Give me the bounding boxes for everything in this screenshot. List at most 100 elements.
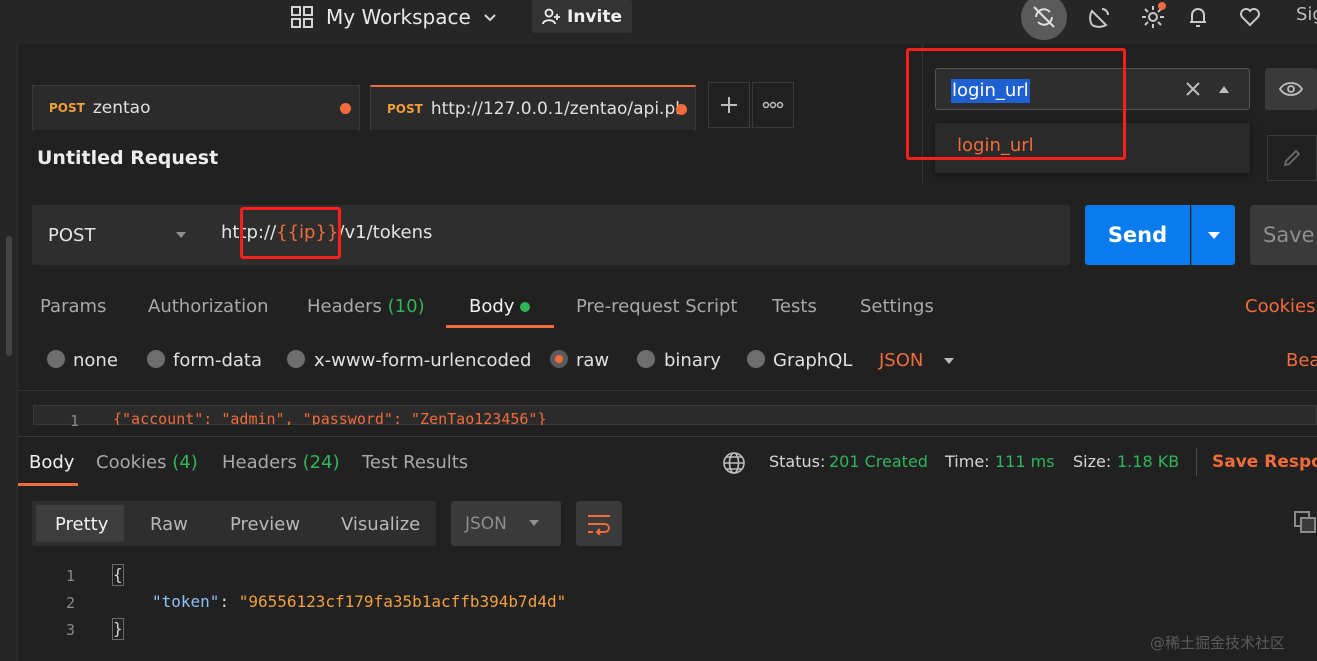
- json-colon: :: [219, 592, 239, 611]
- chevron-down-icon: [483, 10, 497, 24]
- size-label: Size:: [1073, 452, 1112, 471]
- tab-settings[interactable]: Settings: [860, 296, 934, 317]
- response-tab-cookies[interactable]: Cookies (4): [96, 452, 198, 473]
- watermark: @稀土掘金技术社区: [1150, 634, 1286, 652]
- annotation-box: [906, 48, 1126, 160]
- json-key: "token": [152, 592, 220, 611]
- request-title[interactable]: Untitled Request: [37, 147, 218, 169]
- response-tab-body[interactable]: Body: [29, 452, 74, 473]
- radio-graphql-label: GraphQL: [773, 350, 853, 371]
- tab-authorization[interactable]: Authorization: [148, 296, 269, 317]
- scrollbar[interactable]: [6, 236, 12, 356]
- edit-button[interactable]: [1267, 135, 1317, 181]
- divider: [1196, 448, 1197, 476]
- notification-dot: [1158, 2, 1166, 10]
- radio-none[interactable]: [47, 350, 65, 368]
- time-value[interactable]: 111 ms: [995, 452, 1055, 471]
- radio-urlencoded[interactable]: [287, 350, 305, 368]
- caret-down-icon: [1207, 231, 1221, 240]
- tab-tests[interactable]: Tests: [772, 296, 817, 317]
- tab-headers[interactable]: Headers (10): [307, 296, 425, 317]
- new-tab-button[interactable]: [708, 82, 750, 128]
- caret-down-icon[interactable]: [528, 519, 540, 527]
- body-indicator-dot: [520, 302, 530, 312]
- annotation-box: [240, 207, 341, 259]
- response-headers-count: (24): [302, 452, 340, 473]
- response-tab-test-results[interactable]: Test Results: [362, 452, 468, 473]
- radio-graphql[interactable]: [747, 350, 765, 368]
- line-number: 1: [70, 412, 80, 430]
- radio-binary[interactable]: [637, 350, 655, 368]
- tab-body[interactable]: Body: [469, 296, 514, 317]
- line-number: 3: [66, 621, 76, 639]
- radio-form-data[interactable]: [147, 350, 165, 368]
- plus-icon: [719, 95, 739, 115]
- body-language-select[interactable]: JSON: [879, 350, 923, 371]
- wrap-lines-button[interactable]: [576, 501, 622, 546]
- grid-icon: [290, 5, 314, 29]
- time-label: Time:: [945, 452, 990, 471]
- pencil-icon: [1282, 148, 1302, 168]
- response-format-select[interactable]: JSON: [451, 501, 561, 546]
- invite-button[interactable]: Invite: [532, 0, 632, 33]
- sign-in-button[interactable]: Sig: [1296, 4, 1317, 25]
- radio-urlencoded-label: x-www-form-urlencoded: [314, 350, 532, 371]
- satellite-icon[interactable]: [1085, 2, 1115, 32]
- unsaved-dot: [676, 104, 687, 115]
- pane-divider[interactable]: [18, 436, 1317, 437]
- copy-icon[interactable]: [1293, 510, 1317, 534]
- tab-options-button[interactable]: [752, 82, 794, 128]
- tab-prerequest-script[interactable]: Pre-request Script: [576, 296, 737, 317]
- workspace-switcher[interactable]: My Workspace: [290, 2, 497, 32]
- url-suffix: /v1/tokens: [338, 222, 433, 243]
- more-icon: [762, 101, 784, 109]
- tab-title: zentao: [92, 98, 151, 118]
- cookies-link[interactable]: Cookies: [1245, 296, 1315, 317]
- tab-method: POST: [387, 101, 423, 116]
- active-tab-indicator: [446, 325, 554, 328]
- bell-icon[interactable]: [1183, 2, 1213, 32]
- tab-params[interactable]: Params: [40, 296, 106, 317]
- send-options-button[interactable]: [1191, 205, 1235, 265]
- request-body-code[interactable]: {"account": "admin", "password": "ZenTao…: [113, 410, 546, 425]
- save-button[interactable]: Save: [1250, 205, 1317, 265]
- gear-icon[interactable]: [1138, 2, 1168, 32]
- code-open-brace: {: [113, 565, 123, 584]
- request-tab[interactable]: POST zentao: [32, 85, 360, 130]
- radio-raw[interactable]: [550, 350, 568, 368]
- response-tab-headers[interactable]: Headers (24): [222, 452, 340, 473]
- heart-icon[interactable]: [1235, 2, 1265, 32]
- top-bar: [0, 0, 1317, 44]
- tab-headers-label: Headers: [307, 296, 382, 317]
- wrap-icon: [586, 513, 612, 535]
- size-value[interactable]: 1.18 KB: [1117, 452, 1179, 471]
- caret-down-icon: [175, 231, 187, 239]
- headers-count: (10): [387, 296, 425, 317]
- view-preview[interactable]: Preview: [230, 514, 300, 535]
- divider: [18, 390, 1317, 391]
- add-user-icon: [542, 8, 560, 26]
- globe-icon[interactable]: [722, 451, 746, 475]
- code-line[interactable]: "token": "96556123cf179fa35b1acffb394b7d…: [152, 592, 566, 611]
- send-button[interactable]: Send: [1085, 205, 1190, 265]
- beautify-link[interactable]: Bea: [1286, 350, 1317, 371]
- close-icon[interactable]: [1184, 80, 1202, 98]
- view-raw[interactable]: Raw: [150, 514, 188, 535]
- caret-down-icon[interactable]: [943, 357, 955, 365]
- save-response-button[interactable]: Save Respor: [1212, 452, 1317, 472]
- line-number: 1: [66, 567, 76, 585]
- status-value[interactable]: 201 Created: [829, 452, 928, 471]
- tab-title: http://127.0.0.1/zentao/api.ph...: [430, 98, 679, 119]
- request-tab-active[interactable]: POST http://127.0.0.1/zentao/api.ph...: [370, 85, 696, 130]
- status-label: Status:: [769, 452, 826, 471]
- environment-quick-look-button[interactable]: [1265, 68, 1317, 110]
- line-number: 2: [66, 594, 76, 612]
- eye-icon: [1279, 81, 1303, 97]
- invite-label: Invite: [567, 6, 622, 27]
- code-close-brace: }: [113, 619, 123, 638]
- radio-binary-label: binary: [664, 350, 721, 371]
- radio-form-data-label: form-data: [173, 350, 263, 371]
- caret-up-icon[interactable]: [1218, 84, 1230, 94]
- view-visualize[interactable]: Visualize: [341, 514, 420, 535]
- view-pretty[interactable]: Pretty: [55, 514, 108, 535]
